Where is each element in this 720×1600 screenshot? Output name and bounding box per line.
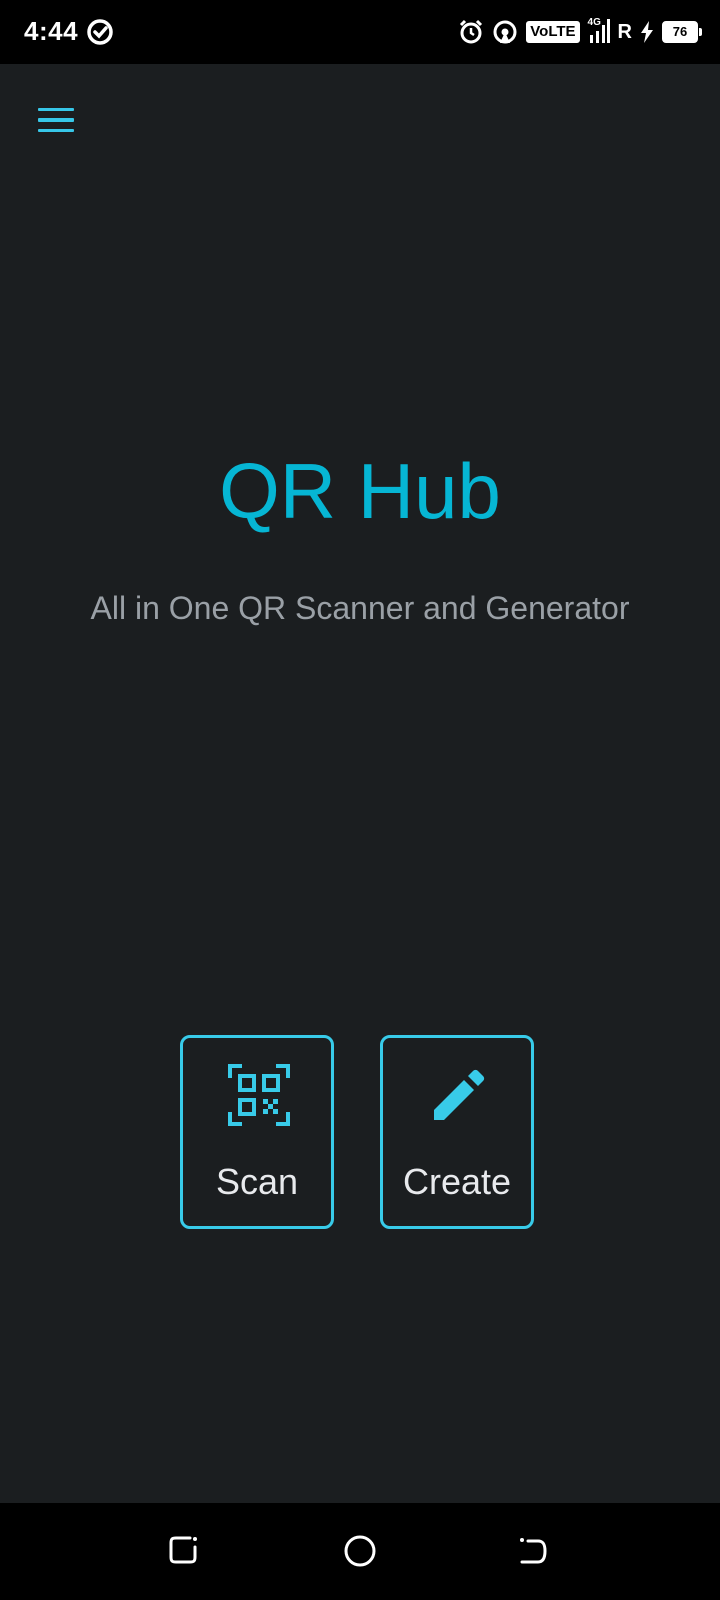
- menu-line: [38, 118, 74, 122]
- menu-line: [38, 107, 74, 112]
- home-circle-icon[interactable]: [338, 1529, 382, 1573]
- charging-bolt-icon: [641, 21, 653, 43]
- action-buttons: Scan Create: [180, 1035, 540, 1235]
- status-icons: VoLTE 4G R 76: [458, 16, 702, 48]
- hamburger-menu-icon[interactable]: [30, 98, 82, 142]
- recents-icon[interactable]: [162, 1529, 206, 1573]
- create-label: Create: [402, 1161, 512, 1202]
- pencil-icon: [434, 1069, 485, 1120]
- volte-badge: VoLTE: [526, 21, 580, 43]
- scan-button[interactable]: Scan: [180, 1035, 334, 1229]
- app-screen: 4:44 VoLTE 4G R 76 QR Hub All in One QR …: [0, 0, 720, 1600]
- scan-label: Scan: [215, 1161, 299, 1202]
- data-saver-icon: [87, 19, 113, 45]
- create-button[interactable]: Create: [380, 1035, 534, 1229]
- signal-bars-icon: 4G: [588, 17, 610, 45]
- qr-code-scan-icon: [228, 1064, 290, 1126]
- menu-line: [38, 128, 74, 133]
- app-subtitle: All in One QR Scanner and Generator: [90, 590, 630, 626]
- hotspot-icon: [493, 20, 517, 44]
- roaming-indicator: R: [617, 20, 632, 43]
- status-bar: 4:44 VoLTE 4G R 76: [0, 0, 720, 64]
- battery-indicator: 76: [662, 21, 702, 43]
- navigation-bar: [0, 1503, 720, 1600]
- back-icon[interactable]: [512, 1529, 556, 1573]
- alarm-icon: [460, 19, 483, 44]
- app-title: QR Hub: [219, 447, 501, 535]
- status-time: 4:44: [24, 16, 79, 46]
